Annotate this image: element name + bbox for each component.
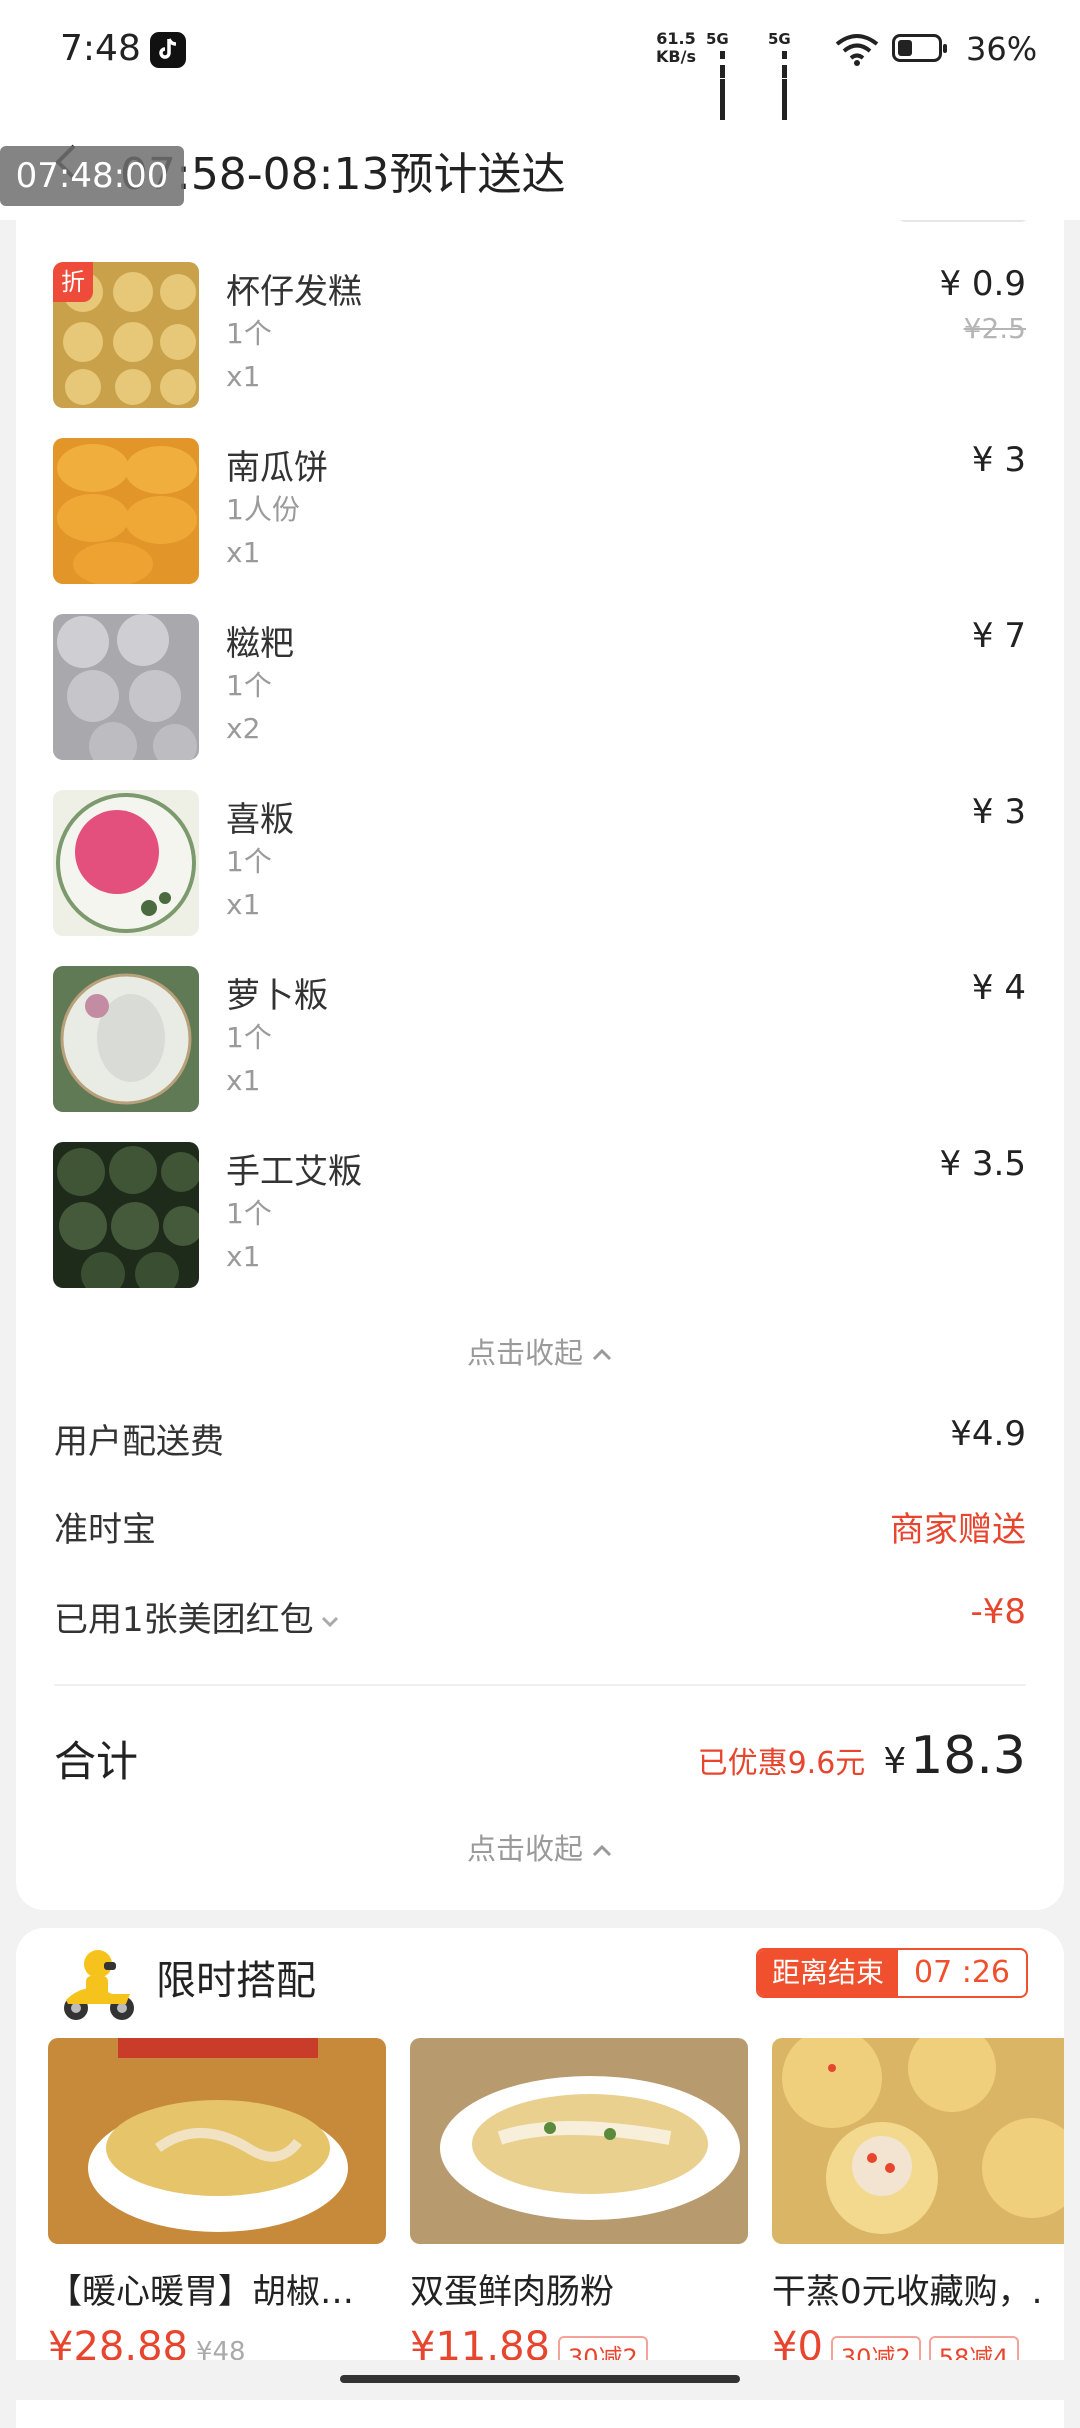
item-price: ¥ 7 xyxy=(971,616,1026,656)
delivery-fee-row: 用户配送费 ¥4.9 xyxy=(16,1414,1064,1464)
status-bar: 7:48 61.5 KB/s 5G 5G 36% xyxy=(0,0,1080,120)
item-spec: 1个 xyxy=(226,317,272,350)
item-thumbnail xyxy=(53,966,199,1112)
item-name: 糍粑 xyxy=(226,624,294,664)
item-spec: 1个 xyxy=(226,1197,272,1230)
item-name: 萝卜粄 xyxy=(226,976,328,1016)
item-thumbnail xyxy=(53,790,199,936)
ontime-label: 准时宝 xyxy=(54,1510,156,1550)
collapse-summary-link[interactable]: 点击收起 xyxy=(16,1826,1064,1868)
product-image xyxy=(48,2038,386,2244)
network-speed: 61.5 KB/s xyxy=(656,29,696,66)
delivery-fee-label: 用户配送费 xyxy=(54,1422,224,1462)
item-price: ¥ 3.5 xyxy=(939,1144,1026,1184)
product-name: 干蒸0元收藏购，. xyxy=(772,2272,1043,2312)
promo-card: 限时搭配 距离结束 07 :26 【暖心暖胃】胡椒… ¥28.88 ¥48 双蛋鲜… xyxy=(16,1928,1064,2428)
item-spec: 1人份 xyxy=(226,493,300,526)
status-time: 7:48 xyxy=(60,28,141,69)
scooter-icon xyxy=(56,1944,140,2028)
item-quantity: x1 xyxy=(226,1240,261,1273)
promo-product-card[interactable]: 干蒸0元收藏购，. ¥0 30减2 58减4 xyxy=(772,2038,1064,2375)
chevron-down-icon xyxy=(321,1616,338,1627)
chevron-up-icon xyxy=(592,1844,612,1857)
item-price: ¥ 3 xyxy=(971,792,1026,832)
item-thumbnail: 折 xyxy=(53,262,199,408)
coupon-value: -¥8 xyxy=(970,1592,1026,1632)
item-name: 南瓜饼 xyxy=(226,448,328,488)
item-thumbnail xyxy=(53,438,199,584)
item-quantity: x1 xyxy=(226,536,261,569)
delivery-time-title: 07:58-08:13预计送达 xyxy=(120,149,566,200)
order-item: 喜粄 1个 x1 ¥ 3 xyxy=(16,790,1064,950)
item-quantity: x2 xyxy=(226,712,261,745)
divider xyxy=(54,1684,1026,1686)
ontime-row: 准时宝 商家赠送 xyxy=(16,1502,1064,1552)
coupon-row[interactable]: 已用1张美团红包 -¥8 xyxy=(16,1592,1064,1642)
item-price: ¥ 3 xyxy=(971,440,1026,480)
item-price: ¥ 4 xyxy=(971,968,1026,1008)
tiktok-icon xyxy=(150,32,186,68)
product-image xyxy=(772,2038,1064,2244)
item-name: 杯仔发糕 xyxy=(226,272,362,312)
item-spec: 1个 xyxy=(226,1021,272,1054)
promo-product-card[interactable]: 【暖心暖胃】胡椒… ¥28.88 ¥48 xyxy=(48,2038,386,2370)
order-card: 折 杯仔发糕 1个 x1 ¥ 0.9 ¥2.5 南瓜饼 1人份 x1 ¥ 3 糍… xyxy=(16,206,1064,1910)
delivery-fee-value: ¥4.9 xyxy=(950,1414,1026,1454)
item-quantity: x1 xyxy=(226,888,261,921)
item-name: 喜粄 xyxy=(226,800,294,840)
battery-percent: 36% xyxy=(966,30,1038,68)
total-summary: 已优惠9.6元 ¥18.3 xyxy=(698,1726,1026,1786)
product-name: 双蛋鲜肉肠粉 xyxy=(410,2272,614,2312)
countdown-timer: 距离结束 07 :26 xyxy=(756,1948,1029,1998)
coupon-label[interactable]: 已用1张美团红包 xyxy=(54,1592,340,1641)
time-overlay: 07:48:00 xyxy=(0,146,184,206)
total-saved: 已优惠9.6元 xyxy=(697,1746,866,1781)
countdown-label: 距离结束 xyxy=(758,1950,899,1996)
item-quantity: x1 xyxy=(226,1064,261,1097)
order-item: 萝卜粄 1个 x1 ¥ 4 xyxy=(16,966,1064,1126)
chevron-up-icon xyxy=(592,1348,612,1361)
promo-title: 限时搭配 xyxy=(156,1958,316,2004)
countdown-time: 07 :26 xyxy=(914,1955,1011,1990)
item-price: ¥ 0.9 xyxy=(939,264,1026,304)
item-quantity: x1 xyxy=(226,360,261,393)
order-item: 糍粑 1个 x2 ¥ 7 xyxy=(16,614,1064,774)
item-spec: 1个 xyxy=(226,845,272,878)
order-item: 折 杯仔发糕 1个 x1 ¥ 0.9 ¥2.5 xyxy=(16,262,1064,422)
order-item: 南瓜饼 1人份 x1 ¥ 3 xyxy=(16,438,1064,598)
order-item: 手工艾粄 1个 x1 ¥ 3.5 xyxy=(16,1142,1064,1302)
total-currency: ¥ xyxy=(883,1741,907,1782)
item-thumbnail xyxy=(53,1142,199,1288)
promo-product-card[interactable]: 双蛋鲜肉肠粉 ¥11.88 30减2 xyxy=(410,2038,748,2375)
item-original-price: ¥2.5 xyxy=(963,312,1026,345)
battery-icon xyxy=(892,34,947,62)
item-spec: 1个 xyxy=(226,669,272,702)
wifi-icon xyxy=(833,32,881,70)
item-name: 手工艾粄 xyxy=(226,1152,362,1192)
product-name: 【暖心暖胃】胡椒… xyxy=(48,2272,354,2312)
product-image xyxy=(410,2038,748,2244)
home-indicator[interactable] xyxy=(340,2375,740,2383)
total-amount: 18.3 xyxy=(910,1726,1026,1786)
collapse-items-link[interactable]: 点击收起 xyxy=(16,1330,1064,1372)
ontime-value: 商家赠送 xyxy=(890,1510,1026,1550)
total-label: 合计 xyxy=(54,1737,139,1786)
discount-badge: 折 xyxy=(53,262,93,302)
item-thumbnail xyxy=(53,614,199,760)
